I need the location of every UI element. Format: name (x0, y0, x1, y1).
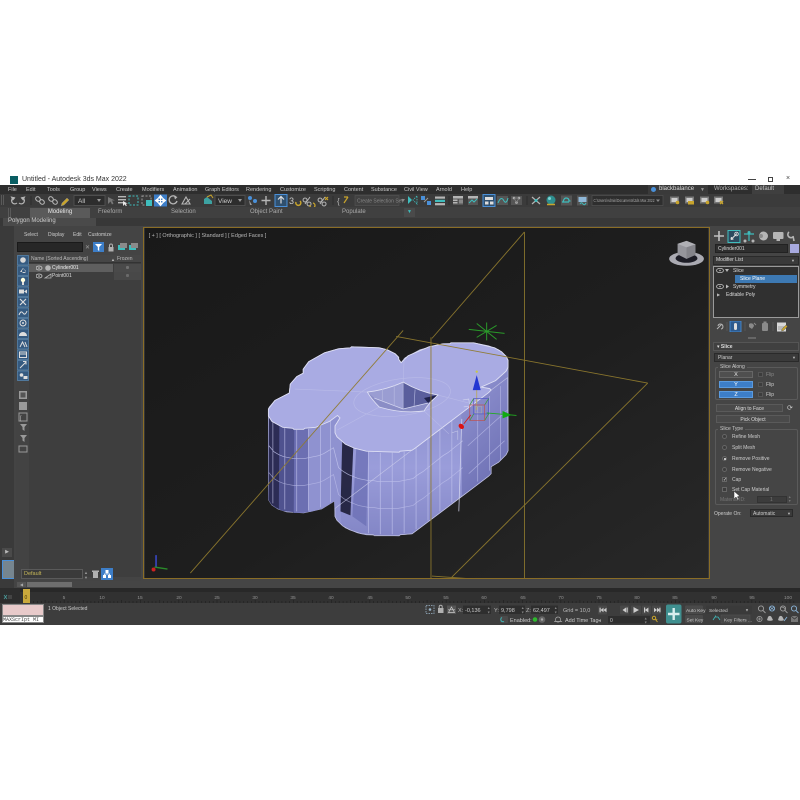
svg-text:◄: ◄ (597, 618, 602, 624)
svg-text:62,497: 62,497 (533, 608, 550, 614)
svg-text:9,798: 9,798 (501, 608, 515, 614)
svg-text:30: 30 (252, 595, 258, 601)
svg-text:35: 35 (290, 595, 296, 601)
svg-text:{: { (337, 197, 340, 206)
svg-text:55: 55 (443, 595, 449, 601)
svg-text:Add Time Tag: Add Time Tag (565, 618, 599, 624)
svg-text:10: 10 (99, 595, 105, 601)
svg-text:All: All (78, 198, 86, 205)
svg-text:▲: ▲ (521, 606, 524, 610)
svg-text:Create Selection Set: Create Selection Set (357, 199, 403, 205)
svg-text:90: 90 (711, 595, 717, 601)
svg-text:45: 45 (367, 595, 373, 601)
svg-text:▼: ▼ (487, 611, 490, 615)
svg-text:Key Filters ...: Key Filters ... (724, 618, 752, 624)
svg-text:▼: ▼ (644, 621, 647, 625)
svg-text:View: View (218, 198, 232, 205)
svg-text:15: 15 (137, 595, 143, 601)
svg-text:Grid = 10,0: Grid = 10,0 (563, 608, 590, 614)
svg-text:50: 50 (405, 595, 411, 601)
svg-text:20: 20 (176, 595, 182, 601)
svg-text:[ + ] [ Orthographic ] [ Stand: [ + ] [ Orthographic ] [ Standard ] [ Ed… (149, 233, 267, 239)
svg-text:65: 65 (520, 595, 526, 601)
svg-text:95: 95 (749, 595, 755, 601)
svg-text:Enabled:: Enabled: (510, 618, 532, 624)
svg-text:Selected: Selected (709, 608, 728, 614)
svg-text:75: 75 (596, 595, 602, 601)
svg-text:70: 70 (558, 595, 564, 601)
svg-text:0: 0 (610, 618, 613, 624)
svg-text:80: 80 (634, 595, 640, 601)
svg-text:100: 100 (784, 595, 792, 601)
svg-text:▲: ▲ (554, 606, 557, 610)
svg-text:C:\Users\Admin\Documents\3ds M: C:\Users\Admin\Documents\3ds Max 2022 (594, 198, 655, 203)
svg-text:40: 40 (328, 595, 334, 601)
svg-text:3: 3 (289, 196, 294, 206)
svg-text:▼: ▼ (521, 611, 524, 615)
svg-text:25: 25 (214, 595, 220, 601)
svg-text:Y:: Y: (494, 608, 499, 614)
svg-text:X:: X: (458, 608, 464, 614)
svg-text:▲: ▲ (487, 606, 490, 610)
svg-text:5: 5 (63, 595, 66, 601)
svg-text:0: 0 (25, 595, 28, 601)
svg-text:Auto Key: Auto Key (686, 608, 706, 614)
svg-text:Set Key: Set Key (687, 618, 704, 624)
svg-text:▼: ▼ (745, 608, 749, 613)
svg-text:-0,136: -0,136 (465, 608, 481, 614)
svg-text:▼: ▼ (554, 611, 557, 615)
svg-text:85: 85 (672, 595, 678, 601)
svg-text:Z:: Z: (526, 608, 531, 614)
svg-text:60: 60 (481, 595, 487, 601)
